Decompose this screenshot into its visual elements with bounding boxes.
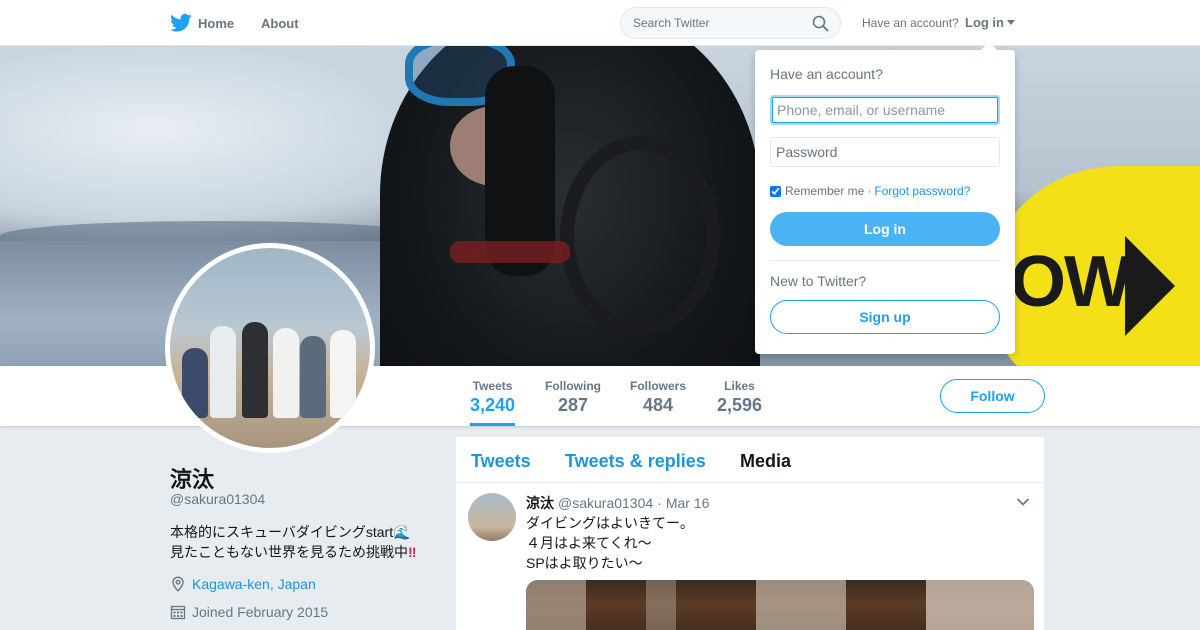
twitter-bird-icon <box>170 13 192 32</box>
profile-bio: 本格的にスキューバダイビングstart🌊 見たこともない世界を見るため挑戦中‼ <box>170 522 416 562</box>
tweet-separator: · <box>657 495 662 511</box>
search-input[interactable] <box>633 16 803 30</box>
login-button[interactable]: Log in <box>770 212 1000 246</box>
tweet-line: ダイビングはよいきてー。 <box>526 515 694 531</box>
dropdown-notch <box>981 42 997 50</box>
tweet-line: ４月はよ来てくれ～ <box>526 535 652 551</box>
avatar-figure <box>242 322 268 418</box>
avatar-figure <box>182 348 208 418</box>
tab-media[interactable]: Media <box>740 451 791 472</box>
remember-me-checkbox[interactable] <box>770 185 781 197</box>
timeline-tabs: Tweets Tweets & replies Media <box>456 437 1044 483</box>
media-beam <box>526 580 586 630</box>
avatar-figure <box>273 328 299 418</box>
stat-following[interactable]: Following 287 <box>545 379 601 416</box>
tab-tweets-and-replies[interactable]: Tweets & replies <box>565 451 706 472</box>
tweet-avatar[interactable] <box>468 493 516 541</box>
banner-buoy-triangle <box>1125 236 1175 336</box>
tweet-author-handle[interactable]: @sakura01304 <box>558 495 653 511</box>
double-exclamation-emoji-icon: ‼ <box>408 544 417 560</box>
avatar-figure <box>330 330 356 418</box>
top-navigation-bar: Home About Have an account? Log in <box>0 0 1200 46</box>
caret-down-icon <box>1007 20 1015 25</box>
stat-likes-value: 2,596 <box>717 395 763 415</box>
stat-tweets-value: 3,240 <box>470 395 516 415</box>
stat-tweets-label: Tweets <box>472 379 513 393</box>
new-to-twitter-text: New to Twitter? <box>770 273 867 289</box>
nav-home-link[interactable]: Home <box>170 13 234 33</box>
banner-hose <box>560 136 720 336</box>
bio-line-2: 見たこともない世界を見るため挑戦中‼ <box>170 542 416 562</box>
media-beam <box>926 580 1034 630</box>
avatar-figure <box>210 326 236 418</box>
have-account-text: Have an account? <box>862 16 959 30</box>
tab-tweets[interactable]: Tweets <box>471 451 531 472</box>
signup-button[interactable]: Sign up <box>770 300 1000 334</box>
stat-following-label: Following <box>545 379 601 393</box>
login-dropdown-toggle[interactable]: Log in <box>965 15 1015 30</box>
login-toggle-label[interactable]: Log in <box>965 15 1004 30</box>
profile-handle[interactable]: @sakura01304 <box>170 491 265 507</box>
tweet-line: SPはよ取りたい～ <box>526 555 643 571</box>
chevron-down-icon[interactable] <box>1016 497 1030 507</box>
profile-avatar[interactable] <box>165 243 375 453</box>
location-link[interactable]: Kagawa-ken, Japan <box>192 576 316 592</box>
forgot-password-link[interactable]: Forgot password? <box>874 184 970 198</box>
tweet-media-image[interactable] <box>526 580 1034 630</box>
avatar-figure <box>300 336 326 418</box>
joined-date-text: Joined February 2015 <box>192 604 329 620</box>
password-field[interactable] <box>770 137 1000 167</box>
media-beam <box>646 580 676 630</box>
dropdown-divider <box>770 260 1000 261</box>
nav-home-label[interactable]: Home <box>198 16 234 31</box>
stat-followers-value: 484 <box>642 395 674 415</box>
tweet-item[interactable]: 涼汰 @sakura01304 · Mar 16 ダイビングはよいきてー。 ４月… <box>456 483 1044 630</box>
timeline-panel: Tweets Tweets & replies Media 涼汰 @sakura… <box>456 437 1044 630</box>
login-dropdown-title: Have an account? <box>770 66 883 82</box>
wave-emoji-icon: 🌊 <box>393 524 411 540</box>
location-pin-icon <box>172 576 184 592</box>
search-box[interactable] <box>620 7 841 39</box>
stat-following-value: 287 <box>557 395 589 415</box>
nav-about-link[interactable]: About <box>261 16 299 31</box>
stat-tweets[interactable]: Tweets 3,240 <box>470 379 516 426</box>
tweet-author-name[interactable]: 涼汰 <box>526 493 554 513</box>
banner-buoy-text: OW <box>1010 242 1132 322</box>
remember-separator: · <box>867 184 872 198</box>
calendar-icon <box>170 605 186 620</box>
bio-line-1-text: 本格的にスキューバダイビングstart <box>170 524 394 540</box>
tweet-timestamp[interactable]: Mar 16 <box>666 495 710 511</box>
profile-location: Kagawa-ken, Japan <box>170 576 316 592</box>
username-field[interactable] <box>770 95 1000 125</box>
tweet-text: ダイビングはよいきてー。 ４月はよ来てくれ～ SPはよ取りたい～ <box>526 513 694 573</box>
follow-button[interactable]: Follow <box>940 379 1045 413</box>
stat-likes[interactable]: Likes 2,596 <box>717 379 762 416</box>
profile-joined: Joined February 2015 <box>170 604 328 620</box>
stat-followers-label: Followers <box>630 379 687 393</box>
banner-red-strap <box>450 241 570 263</box>
remember-me-row[interactable]: Remember me · Forgot password? <box>770 184 970 198</box>
stat-likes-label: Likes <box>724 379 755 393</box>
login-dropdown: Have an account? Remember me · Forgot pa… <box>755 42 1015 354</box>
profile-name[interactable]: 涼汰 <box>170 462 214 494</box>
bio-line-1: 本格的にスキューバダイビングstart🌊 <box>170 522 416 542</box>
remember-me-label[interactable]: Remember me <box>785 184 864 198</box>
tweet-header: 涼汰 @sakura01304 · Mar 16 <box>526 493 709 513</box>
bio-line-2-text: 見たこともない世界を見るため挑戦中 <box>170 544 408 560</box>
search-icon[interactable] <box>812 15 829 32</box>
media-beam <box>756 580 846 630</box>
stat-followers[interactable]: Followers 484 <box>630 379 686 416</box>
